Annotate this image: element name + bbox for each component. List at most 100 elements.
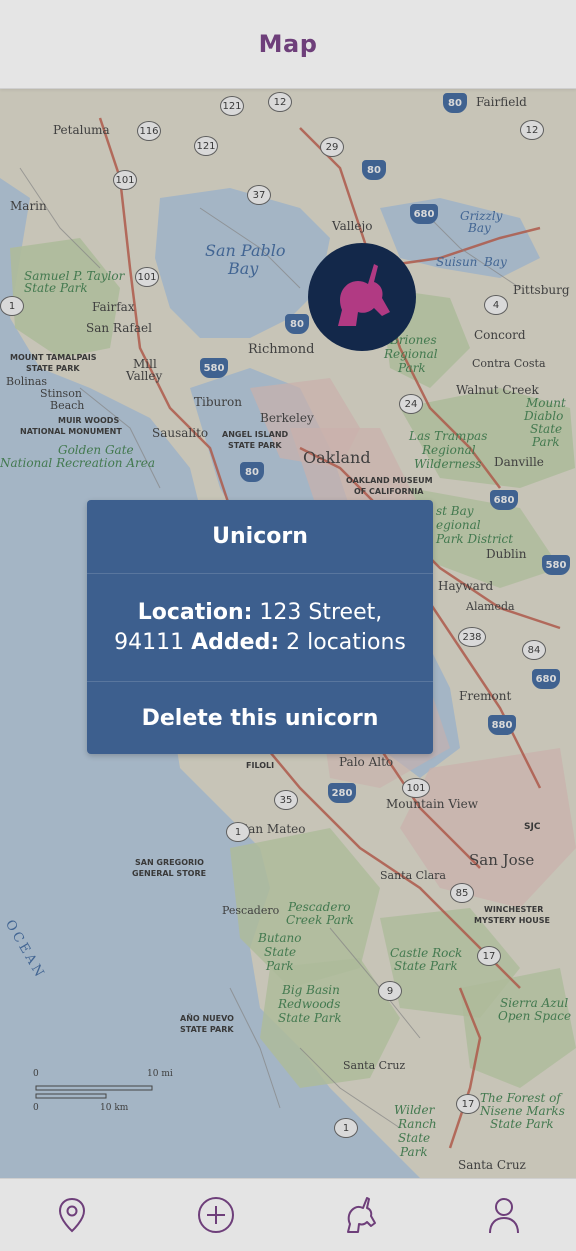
map-label: egional: [436, 518, 481, 532]
map-label: NATIONAL MONUMENT: [20, 427, 122, 436]
highway-shield: 121: [194, 136, 218, 156]
map-label: Beach: [50, 399, 85, 412]
map-label: Santa Cruz: [458, 1158, 526, 1172]
map-label: Santa Cruz: [343, 1059, 406, 1072]
map-label: San Pablo: [205, 241, 286, 260]
unicorn-icon: [338, 264, 390, 326]
highway-shield: 116: [137, 121, 161, 141]
map-label: Valley: [126, 369, 163, 383]
highway-shield: 101: [113, 170, 137, 190]
map-label: Park District: [436, 532, 514, 546]
map-label: State: [264, 945, 297, 959]
highway-shield: 85: [450, 883, 474, 903]
highway-shield: 24: [399, 394, 423, 414]
bottom-navigation: [0, 1178, 576, 1251]
map-label: Berkeley: [260, 411, 314, 425]
map-label: MYSTERY HOUSE: [474, 916, 550, 925]
unicorn-map-marker[interactable]: [308, 243, 416, 351]
map-label: Danville: [494, 455, 544, 469]
highway-shield: 680: [410, 204, 438, 224]
map-label: Santa Clara: [380, 869, 446, 882]
map-label: MUIR WOODS: [58, 416, 120, 425]
map-label: Marin: [10, 199, 47, 213]
map-label: State Park: [278, 1011, 342, 1025]
map-label: Fairfax: [92, 300, 135, 314]
map-label: Alameda: [466, 600, 515, 613]
map-label: Pittsburg: [513, 283, 570, 297]
highway-shield: 35: [274, 790, 298, 810]
map-label: Fremont: [459, 689, 512, 703]
map-label: Suisun: [436, 255, 478, 269]
highway-shield: 101: [135, 267, 159, 287]
map-label: Concord: [474, 328, 526, 342]
map-label: State Park: [24, 281, 88, 295]
scale-label: 10 km: [100, 1103, 129, 1113]
map-label: OAKLAND MUSEUM: [346, 476, 433, 485]
map-label: Open Space: [498, 1009, 572, 1023]
map-label: Creek Park: [286, 913, 354, 927]
highway-shield: 280: [328, 783, 356, 803]
highway-shield: 580: [200, 358, 228, 378]
plus-circle-icon: [198, 1197, 234, 1233]
map-label: Bay: [468, 221, 491, 235]
map-label: Redwoods: [278, 997, 341, 1011]
map-label: Big Basin: [282, 983, 340, 997]
user-icon: [489, 1198, 519, 1234]
map-label: Park: [398, 361, 426, 375]
nav-map-button[interactable]: [32, 1179, 112, 1251]
scale-label: 0: [33, 1103, 39, 1113]
map-label: Fairfield: [476, 95, 527, 109]
highway-shield: 80: [240, 462, 264, 482]
page-title: Map: [258, 30, 318, 58]
map-label: National Recreation Area: [0, 456, 156, 470]
map-label: Butano: [258, 931, 302, 945]
map-label: Contra Costa: [472, 357, 546, 370]
scale-label: 0: [33, 1069, 39, 1079]
highway-shield: 12: [268, 92, 292, 112]
unicorn-info-popup: Unicorn Location: 123 Street, 94111 Adde…: [87, 500, 433, 754]
map-label: San Jose: [469, 851, 535, 869]
popup-details: Location: 123 Street, 94111 Added: 2 loc…: [87, 574, 433, 683]
map-label: Wilder: [394, 1103, 435, 1117]
location-label: Location:: [137, 599, 253, 625]
map-label: San Rafael: [86, 321, 152, 335]
map-label: Wilderness: [414, 457, 482, 471]
map-label: Palo Alto: [339, 755, 394, 769]
highway-shield: 4: [484, 295, 508, 315]
map-label: ANGEL ISLAND: [222, 430, 289, 439]
highway-shield: 238: [458, 627, 486, 647]
map-label: Oakland: [303, 448, 371, 467]
highway-shield: 9: [378, 981, 402, 1001]
map-label: AÑO NUEVO: [180, 1014, 234, 1023]
map-pin-icon: [58, 1197, 86, 1233]
map-label: Bay: [228, 259, 259, 278]
map-label: Mountain View: [386, 797, 478, 811]
highway-shield: 121: [220, 96, 244, 116]
map-label: Pescadero: [222, 904, 280, 917]
map-label: Sausalito: [152, 426, 209, 440]
highway-shield: 84: [522, 640, 546, 660]
nav-unicorn-button[interactable]: [320, 1179, 400, 1251]
map-label: Vallejo: [332, 219, 373, 233]
highway-shield: 680: [532, 669, 560, 689]
map-label: State Park: [490, 1117, 554, 1131]
map-label: State: [398, 1131, 431, 1145]
highway-shield: 1: [0, 296, 24, 316]
highway-shield: 101: [402, 778, 430, 798]
map-label: Las Trampas: [409, 429, 488, 443]
map-label: State Park: [394, 959, 458, 973]
app-header: Map: [0, 0, 576, 89]
map-label: STATE PARK: [180, 1025, 234, 1034]
nav-profile-button[interactable]: [464, 1179, 544, 1251]
nav-add-button[interactable]: [176, 1179, 256, 1251]
map-label: STATE PARK: [26, 364, 80, 373]
highway-shield: 1: [226, 822, 250, 842]
map-label: Tiburon: [194, 395, 242, 409]
added-value: 2 locations: [286, 629, 406, 655]
map-label: Hayward: [438, 579, 494, 593]
map-label: Petaluma: [53, 123, 110, 137]
unicorn-icon: [347, 1197, 376, 1233]
added-label: Added:: [191, 629, 280, 655]
delete-unicorn-button[interactable]: Delete this unicorn: [87, 682, 433, 754]
map-label: Dublin: [486, 547, 527, 561]
